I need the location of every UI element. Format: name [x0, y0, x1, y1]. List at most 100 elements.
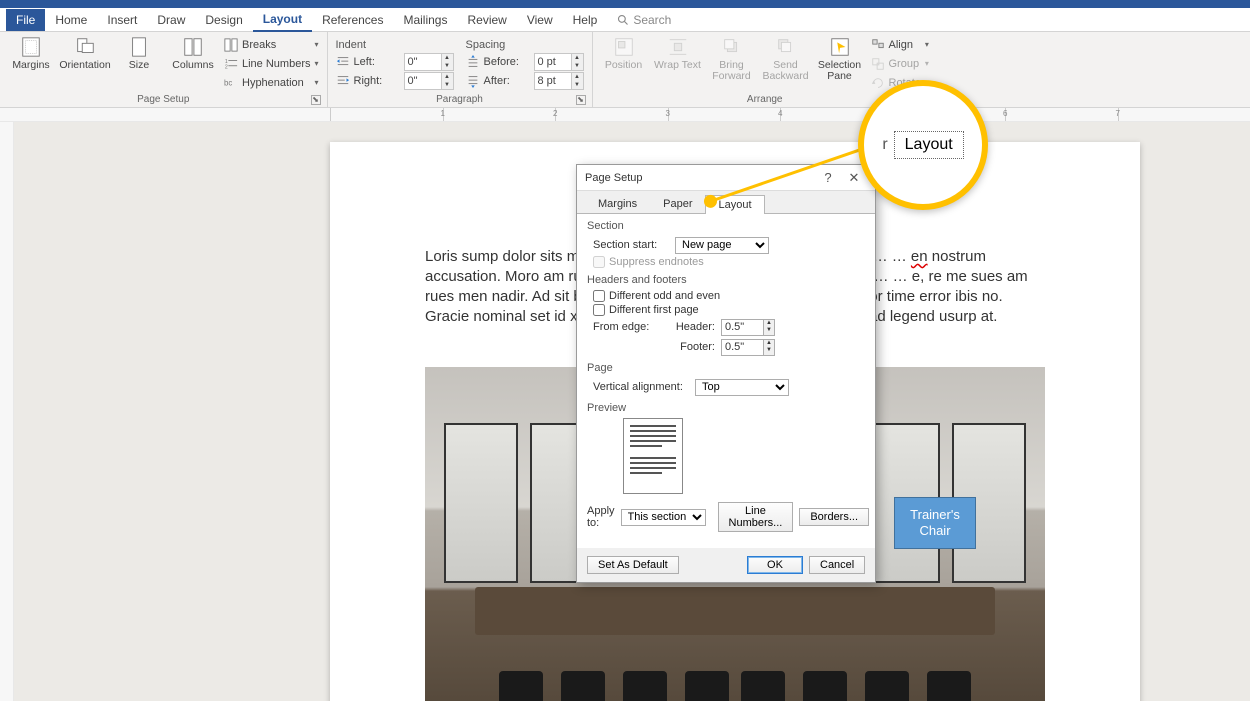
- dialog-tab-margins[interactable]: Margins: [585, 194, 650, 213]
- dialog-title: Page Setup: [585, 172, 643, 184]
- hyphenation-label: Hyphenation: [242, 77, 304, 89]
- columns-label: Columns: [172, 60, 213, 71]
- tab-home[interactable]: Home: [45, 9, 97, 31]
- body-err: en: [911, 248, 928, 265]
- margins-label: Margins: [12, 60, 49, 71]
- dialog-titlebar[interactable]: Page Setup ? ✕: [577, 165, 875, 191]
- search-icon: [617, 14, 629, 26]
- cancel-button[interactable]: Cancel: [809, 556, 865, 574]
- selection-pane-icon: [829, 36, 851, 58]
- line-numbers-button[interactable]: 12 Line Numbers▾: [222, 55, 321, 73]
- group-paragraph: Indent Left: 0"▲▼ Right: 0"▲▼ Spacing Be…: [328, 32, 593, 107]
- spacing-before-label: Before:: [484, 56, 530, 68]
- tab-design[interactable]: Design: [195, 9, 252, 31]
- zoom-peek-text: r: [882, 136, 887, 154]
- breaks-label: Breaks: [242, 39, 276, 51]
- indent-left-row[interactable]: Left: 0"▲▼: [334, 53, 456, 71]
- horizontal-ruler[interactable]: [0, 108, 1250, 122]
- paragraph-group-label: Paragraph: [436, 94, 483, 105]
- wrap-text-button[interactable]: Wrap Text: [653, 34, 703, 93]
- trainers-chair-shape[interactable]: Trainer's Chair: [894, 497, 976, 549]
- svg-text:2: 2: [225, 64, 228, 70]
- title-bar: [0, 0, 1250, 8]
- section-heading: Section: [587, 220, 865, 232]
- arrange-group-label: Arrange: [747, 94, 783, 105]
- from-edge-label: From edge:: [593, 321, 669, 333]
- search-placeholder: Search: [633, 13, 671, 27]
- borders-button[interactable]: Borders...: [799, 508, 869, 526]
- spacing-before-input[interactable]: 0 pt▲▼: [534, 53, 584, 71]
- align-button[interactable]: Align ▾: [869, 36, 931, 54]
- vertical-ruler[interactable]: [0, 122, 14, 701]
- indent-right-row[interactable]: Right: 0"▲▼: [334, 72, 456, 90]
- tab-draw[interactable]: Draw: [147, 9, 195, 31]
- diff-odd-even-checkbox[interactable]: Different odd and even: [593, 290, 865, 302]
- chevron-down-icon: ▾: [314, 59, 318, 68]
- indent-left-icon: [336, 55, 350, 69]
- diff-first-page-checkbox[interactable]: Different first page: [593, 304, 865, 316]
- group-button[interactable]: Group▾: [869, 55, 931, 73]
- search-box[interactable]: Search: [617, 13, 671, 27]
- indent-left-input[interactable]: 0"▲▼: [404, 53, 454, 71]
- tab-help[interactable]: Help: [563, 9, 608, 31]
- header-label: Header:: [675, 321, 715, 333]
- section-start-select[interactable]: New page: [675, 237, 769, 254]
- tab-references[interactable]: References: [312, 9, 393, 31]
- hyphenation-button[interactable]: bc Hyphenation ▾: [222, 74, 321, 92]
- send-label: Send Backward: [761, 60, 811, 82]
- breaks-icon: [224, 38, 238, 52]
- dialog-help-icon[interactable]: ?: [815, 170, 841, 185]
- set-as-default-button[interactable]: Set As Default: [587, 556, 679, 574]
- orientation-button[interactable]: Orientation: [60, 34, 110, 93]
- paragraph-launcher[interactable]: ⬊: [576, 95, 586, 105]
- footer-input[interactable]: 0.5"▲▼: [721, 339, 775, 356]
- page-setup-group-label: Page Setup: [137, 94, 189, 105]
- ok-button[interactable]: OK: [747, 556, 803, 574]
- tab-insert[interactable]: Insert: [97, 9, 147, 31]
- chevron-down-icon: ▾: [314, 78, 318, 87]
- position-button[interactable]: Position: [599, 34, 649, 93]
- align-label: Align: [889, 39, 913, 51]
- bring-label: Bring Forward: [707, 60, 757, 82]
- valign-select[interactable]: Top: [695, 379, 789, 396]
- line-numbers-button[interactable]: Line Numbers...: [718, 502, 794, 532]
- indent-right-icon: [336, 74, 350, 88]
- bring-forward-icon: [721, 36, 743, 58]
- tab-review[interactable]: Review: [457, 9, 516, 31]
- section-start-label: Section start:: [593, 239, 669, 251]
- apply-to-select[interactable]: This section: [621, 509, 706, 526]
- dialog-footer: Set As Default OK Cancel: [577, 548, 875, 582]
- tab-layout[interactable]: Layout: [253, 8, 312, 32]
- tab-mailings[interactable]: Mailings: [393, 9, 457, 31]
- margins-icon: [20, 36, 42, 58]
- spacing-after-input[interactable]: 8 pt▲▼: [534, 72, 584, 90]
- breaks-button[interactable]: Breaks▾: [222, 36, 321, 54]
- suppress-endnotes-checkbox: Suppress endnotes: [593, 256, 865, 268]
- indent-right-input[interactable]: 0"▲▼: [404, 72, 454, 90]
- orientation-icon: [74, 36, 96, 58]
- size-icon: [128, 36, 150, 58]
- columns-button[interactable]: Columns: [168, 34, 218, 93]
- size-button[interactable]: Size: [114, 34, 164, 93]
- document-area: Loris sump dolor sits mate … … … … … … ……: [14, 122, 1250, 701]
- spacing-after-row[interactable]: After: 8 pt▲▼: [464, 72, 586, 90]
- svg-text:bc: bc: [224, 78, 232, 87]
- margins-button[interactable]: Margins: [6, 34, 56, 93]
- hyphenation-icon: bc: [224, 76, 238, 90]
- spacing-after-label: After:: [484, 75, 530, 87]
- spacing-before-row[interactable]: Before: 0 pt▲▼: [464, 53, 586, 71]
- header-input[interactable]: 0.5"▲▼: [721, 319, 775, 336]
- bring-forward-button[interactable]: Bring Forward: [707, 34, 757, 93]
- tab-view[interactable]: View: [517, 9, 563, 31]
- position-icon: [613, 36, 635, 58]
- menu-tabs: File Home Insert Draw Design Layout Refe…: [0, 8, 1250, 32]
- page-setup-launcher[interactable]: ⬊: [311, 95, 321, 105]
- line-numbers-label: Line Numbers: [242, 58, 310, 70]
- group-page-setup: Margins Orientation Size Columns Breaks▾: [0, 32, 328, 107]
- tab-file[interactable]: File: [6, 9, 45, 31]
- dialog-tab-paper[interactable]: Paper: [650, 194, 705, 213]
- size-label: Size: [129, 60, 149, 71]
- send-backward-button[interactable]: Send Backward: [761, 34, 811, 93]
- selection-pane-button[interactable]: Selection Pane: [815, 34, 865, 93]
- chevron-down-icon: ▾: [925, 40, 929, 49]
